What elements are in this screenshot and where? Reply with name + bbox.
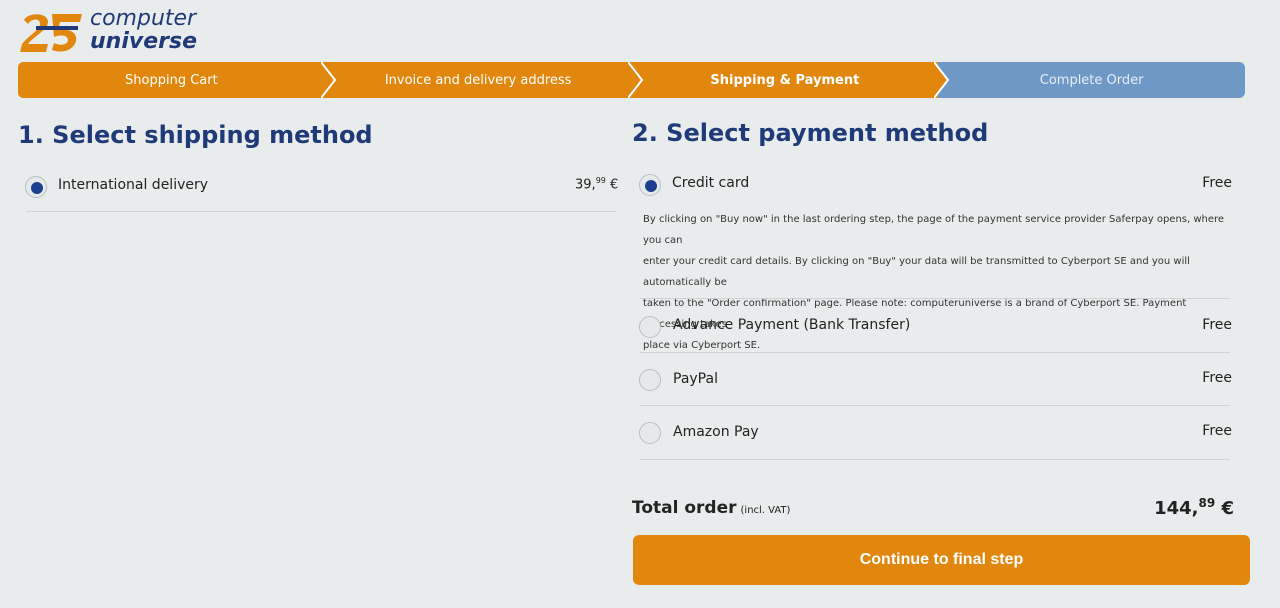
chevron-right-icon: [627, 62, 643, 98]
vat-note: (incl. VAT): [740, 505, 791, 516]
payment-radio-amazon-pay[interactable]: [639, 422, 661, 444]
description-line: enter your credit card details. By click…: [643, 256, 1190, 288]
checkout-steps: Shopping Cart Invoice and delivery addre…: [18, 62, 1245, 98]
payment-radio-advance-payment[interactable]: [639, 316, 661, 338]
continue-button[interactable]: Continue to final step: [633, 535, 1250, 585]
payment-option-label: PayPal: [673, 371, 718, 387]
description-line: By clicking on "Buy now" in the last ord…: [643, 214, 1225, 246]
divider: [640, 459, 1230, 460]
payment-option-price: Free: [1202, 175, 1232, 191]
payment-option-label: Amazon Pay: [673, 424, 759, 440]
payment-option-label: Advance Payment (Bank Transfer): [673, 317, 911, 333]
step-label: Invoice and delivery address: [384, 72, 572, 88]
payment-radio-credit-card[interactable]: [639, 174, 661, 196]
shipping-heading: 1. Select shipping method: [18, 121, 373, 149]
total-order-label: Total order (incl. VAT): [632, 498, 791, 518]
divider: [640, 405, 1230, 406]
divider: [26, 211, 616, 212]
step-shopping-cart[interactable]: Shopping Cart: [18, 62, 337, 98]
payment-option-price: Free: [1202, 317, 1232, 333]
chevron-right-icon: [320, 62, 337, 98]
step-complete-order: Complete Order: [938, 62, 1245, 98]
step-label: Shopping Cart: [125, 72, 218, 88]
brand-logo[interactable]: computer universe: [18, 8, 208, 58]
brand-line2: universe: [90, 29, 197, 54]
payment-option-label: Credit card: [672, 175, 750, 191]
brand-line1: computer: [90, 6, 197, 31]
shipping-radio-international[interactable]: [25, 176, 47, 198]
shipping-option-label: International delivery: [58, 177, 209, 193]
total-order-value: 144,89 €: [1154, 496, 1234, 519]
chevron-right-icon: [934, 62, 950, 98]
divider: [640, 352, 1230, 353]
step-invoice-address[interactable]: Invoice and delivery address: [324, 62, 643, 98]
payment-heading: 2. Select payment method: [632, 119, 989, 147]
credit-card-description: By clicking on "Buy now" in the last ord…: [643, 209, 1233, 356]
shipping-option-price: 39,99 €: [575, 176, 619, 193]
divider: [640, 298, 1230, 299]
25-anniversary-logo-icon: [20, 14, 82, 52]
payment-radio-paypal[interactable]: [639, 369, 661, 391]
payment-option-price: Free: [1202, 370, 1232, 386]
payment-option-price: Free: [1202, 423, 1232, 439]
step-label: Complete Order: [1039, 72, 1144, 88]
brand-wordmark: computer universe: [90, 8, 197, 53]
step-label: Shipping & Payment: [710, 72, 860, 88]
step-shipping-payment: Shipping & Payment: [631, 62, 950, 98]
